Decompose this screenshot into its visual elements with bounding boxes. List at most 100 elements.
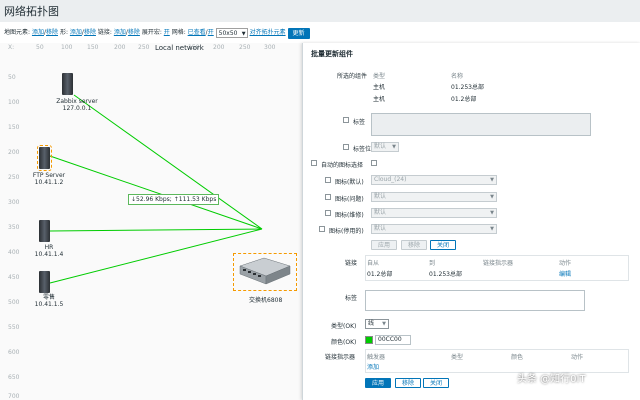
icon-maintenance-select[interactable]: 默认 ▼ [371, 208, 497, 218]
icon-problem-checkbox[interactable] [325, 194, 331, 200]
apply-element-button[interactable]: 应用 [371, 240, 398, 250]
links-col-action: 动作 [559, 260, 572, 267]
link-indicators-table [365, 349, 629, 373]
auto-icon-label: 自动的图标选择 [321, 162, 364, 169]
remove-shape-link[interactable]: 移除 [84, 29, 96, 36]
icon-default-label: 图标(默认) [335, 179, 364, 186]
icon-maintenance-checkbox[interactable] [325, 210, 331, 216]
color-ok-label: 颜色(OK) [331, 339, 357, 346]
watermark: 头条 @知行0IT [517, 374, 586, 385]
icon-default-value: Cloud_(24) [374, 176, 407, 183]
icon-disabled-checkbox[interactable] [319, 226, 325, 232]
type-ok-label: 类型(OK) [331, 323, 357, 330]
icon-default-checkbox[interactable] [325, 177, 331, 183]
server-icon [39, 271, 50, 293]
grid-on-toggle[interactable]: 开 [208, 29, 214, 36]
remove-link-link[interactable]: 移除 [128, 29, 140, 36]
icon-disabled-value: 默认 [374, 225, 387, 232]
link-row-to: 01.253总部 [429, 271, 462, 278]
icon-maintenance-label: 图标(维修) [335, 212, 364, 219]
icon-disabled-label: 图标(停用的) [329, 228, 364, 235]
color-ok-swatch[interactable] [365, 336, 373, 344]
page-title: 网络拓扑图 [4, 5, 59, 18]
links-col-from: 自从 [367, 260, 380, 267]
map-link [49, 228, 263, 232]
map-link [73, 94, 263, 230]
map-node-ftp[interactable]: FTP Server 10.41.1.2 [33, 145, 65, 186]
add-link-link[interactable]: 添加 [114, 29, 126, 36]
grid-size-value: 50x50 [218, 30, 238, 37]
label-checkbox[interactable] [343, 117, 349, 123]
col-name-header: 名称 [451, 73, 464, 80]
label-field-label: 标签 [353, 119, 366, 126]
map-node-hr[interactable]: HR 10.41.1.4 [35, 220, 63, 258]
map-node-zabbix[interactable]: Zabbix server 127.0.0.1 [56, 73, 98, 112]
title-bar: 网络拓扑图 [0, 0, 640, 22]
node-ip: 10.41.1.4 [34, 251, 64, 258]
close-element-button[interactable]: 关闭 [430, 240, 457, 250]
label-position-select[interactable]: 默认 ▼ [371, 142, 399, 152]
node-ip: 10.41.1.5 [34, 301, 64, 308]
type-ok-select[interactable]: 线 ▼ [365, 319, 389, 329]
col-type-header: 类型 [373, 73, 386, 80]
server-icon [37, 145, 52, 171]
close-button[interactable]: 关闭 [423, 378, 450, 388]
shape-label: 形: [59, 29, 68, 36]
remove-element-link[interactable]: 移除 [46, 29, 58, 36]
auto-icon-toggle[interactable] [371, 160, 377, 166]
links-col-to: 到 [429, 260, 436, 267]
auto-icon-checkbox[interactable] [311, 160, 317, 166]
expand-macros-toggle[interactable]: 开 [164, 29, 170, 36]
label-position-checkbox[interactable] [343, 144, 349, 150]
icon-problem-label: 图标(问题) [335, 196, 364, 203]
add-indicator-link[interactable]: 添加 [367, 362, 379, 371]
update-button[interactable]: 更新 [287, 27, 310, 39]
label-position-value: 默认 [374, 143, 387, 150]
map-elements-label: 地图元素: [4, 29, 31, 36]
map-toolbar: 地图元素: 添加/移除 形: 添加/移除 链接: 添加/移除 展开宏: 开 网格… [0, 26, 640, 40]
grid-size-select[interactable]: 50x50 ▼ [215, 28, 248, 38]
grid-shown-toggle[interactable]: 已查看 [188, 29, 206, 36]
chevron-down-icon: ▼ [490, 226, 494, 232]
selected-row-type: 主机 [373, 96, 386, 103]
edit-link[interactable]: 编辑 [559, 269, 571, 278]
add-element-link[interactable]: 添加 [32, 29, 44, 36]
ind-col-color: 颜色 [511, 354, 524, 361]
map-node-retail[interactable]: 零售 10.41.1.5 [35, 271, 63, 308]
add-shape-link[interactable]: 添加 [70, 29, 82, 36]
align-elements-link[interactable]: 对齐拓扑元素 [250, 29, 286, 36]
remove-element-button[interactable]: 移除 [401, 240, 428, 250]
expand-macros-label: 展开宏: [141, 29, 162, 36]
links-label: 链接 [345, 260, 358, 267]
ind-col-type: 类型 [451, 354, 464, 361]
switch-label: 交换机6808 [249, 297, 283, 304]
link-traffic-label[interactable]: ↓52.96 Kbps; ↑111.53 Kbps [128, 194, 220, 205]
chevron-down-icon: ▼ [490, 210, 494, 216]
chevron-down-icon: ▼ [490, 194, 494, 200]
link-label-textarea[interactable] [365, 290, 585, 311]
links-col-indicator: 链接指示器 [483, 260, 514, 267]
chevron-down-icon: ▼ [241, 31, 246, 37]
map-node-switch[interactable] [233, 253, 297, 291]
icon-disabled-select[interactable]: 默认 ▼ [371, 224, 497, 234]
selected-elements-label: 所选的组件 [336, 73, 367, 80]
selected-row-name: 01.253总部 [451, 84, 484, 91]
server-icon [39, 220, 50, 242]
label-textarea[interactable] [371, 113, 591, 136]
icon-maintenance-value: 默认 [374, 209, 387, 216]
remove-button[interactable]: 移除 [395, 378, 422, 388]
link-label: 链接: [97, 29, 112, 36]
apply-button[interactable]: 应用 [365, 378, 392, 388]
ind-col-action: 动作 [571, 354, 584, 361]
selected-row-name: 01.2总部 [451, 96, 477, 103]
color-ok-input[interactable]: 00CC00 [375, 335, 411, 345]
icon-problem-select[interactable]: 默认 ▼ [371, 192, 497, 202]
grid-label: 网格: [171, 29, 186, 36]
panel-title: 批量更新组件 [311, 50, 353, 58]
chevron-down-icon: ▼ [382, 321, 386, 327]
type-ok-value: 线 [368, 320, 375, 327]
mass-update-panel: 批量更新组件 所选的组件 类型 名称 主机 01.253总部 主机 01.2总部… [302, 43, 640, 400]
icon-default-select[interactable]: Cloud_(24) ▼ [371, 175, 497, 185]
map-link [49, 228, 263, 284]
chevron-down-icon: ▼ [392, 144, 396, 150]
